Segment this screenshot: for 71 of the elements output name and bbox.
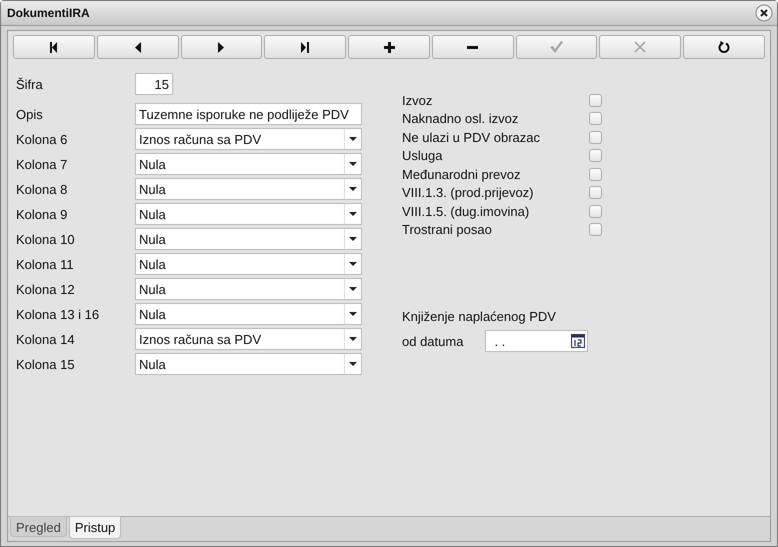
checkbox-label: Naknadno osl. izvoz [402, 111, 518, 126]
field-label: Kolona 13 i 16 [16, 306, 100, 322]
dropdown[interactable]: Nula [135, 178, 362, 200]
dropdown[interactable]: Nula [135, 228, 362, 250]
section-label: Knjiženje naplaćenog PDV [402, 309, 557, 324]
dropdown[interactable]: Iznos računa sa PDV [135, 328, 362, 350]
dropdown-arrow-icon [349, 262, 357, 266]
dropdown[interactable]: Iznos računa sa PDV [135, 128, 362, 150]
date-field[interactable]: . . [485, 330, 588, 352]
checkbox[interactable] [589, 186, 602, 200]
tab[interactable]: Pregled [10, 516, 67, 537]
calendar-icon[interactable] [570, 333, 586, 349]
checkbox[interactable] [589, 130, 602, 144]
first-button[interactable] [13, 35, 95, 59]
dropdown-arrow-icon [349, 312, 357, 316]
checkbox-label: Trostrani posao [402, 222, 492, 238]
field-label: Kolona 11 [16, 256, 75, 272]
dropdown[interactable]: Nula [135, 353, 362, 375]
dropdown[interactable]: Nula [135, 303, 362, 325]
checkbox[interactable] [589, 204, 602, 218]
last-record-icon [300, 42, 310, 52]
checkbox-label: VIII.1.5. (dug.imovina) [402, 204, 530, 219]
dropdown[interactable]: Nula [135, 153, 362, 175]
checkbox-label: Usluga [402, 148, 442, 164]
field-label: Kolona 7 [16, 156, 68, 172]
dropdown-arrow-icon [349, 162, 357, 166]
checkbox[interactable] [589, 112, 602, 126]
field-label: Kolona 6 [16, 132, 68, 146]
window-title: DokumentiIRA [7, 6, 90, 20]
checkbox-label: VIII.1.3. (prod.prijevoz) [402, 185, 534, 200]
field-label: Kolona 14 [16, 332, 76, 346]
checkbox[interactable] [589, 94, 602, 107]
dropdown-arrow-icon [349, 287, 357, 291]
number-field[interactable]: 15 [135, 73, 173, 95]
checkbox-label: Međunarodni prevoz [402, 166, 521, 182]
dropdown[interactable]: Nula [135, 203, 362, 225]
previous-icon [134, 42, 141, 52]
plus-icon [384, 42, 395, 52]
text-field[interactable]: Tuzemne isporuke ne podliježe PDV [135, 103, 362, 125]
dropdown-arrow-icon [349, 362, 357, 366]
field-label: Kolona 12 [16, 282, 76, 296]
refresh-icon [718, 40, 730, 54]
dropdown-arrow-icon [349, 137, 357, 141]
field-label: Opis [16, 106, 44, 122]
dropdown[interactable]: Nula [135, 278, 362, 300]
dropdown-arrow-icon [349, 337, 357, 341]
add-button[interactable] [348, 35, 430, 59]
tab[interactable]: Pristup [68, 516, 122, 539]
field-label: Kolona 15 [16, 356, 76, 372]
last-button[interactable] [264, 35, 346, 59]
checkbox[interactable] [589, 168, 602, 181]
first-record-icon [49, 42, 58, 52]
field-label: Kolona 10 [16, 232, 76, 246]
field-label: Kolona 9 [16, 206, 68, 222]
checkbox[interactable] [589, 149, 602, 162]
field-label: Kolona 8 [16, 182, 68, 196]
field-label: Šifra [16, 76, 44, 92]
dropdown[interactable]: Nula [135, 253, 362, 275]
close-icon [634, 41, 646, 53]
next-icon [218, 42, 224, 52]
checkbox-label: Izvoz [402, 92, 432, 108]
checkmark-icon [550, 41, 564, 53]
minus-icon [467, 46, 478, 48]
dropdown-arrow-icon [349, 237, 357, 241]
dropdown-arrow-icon [349, 187, 357, 191]
dropdown-arrow-icon [349, 212, 357, 216]
close-button[interactable] [755, 4, 773, 22]
refresh-button[interactable] [683, 35, 766, 59]
field-label: od datuma [402, 334, 464, 348]
checkbox[interactable] [589, 223, 602, 236]
checkbox-label: Ne ulazi u PDV obrazac [402, 130, 540, 145]
